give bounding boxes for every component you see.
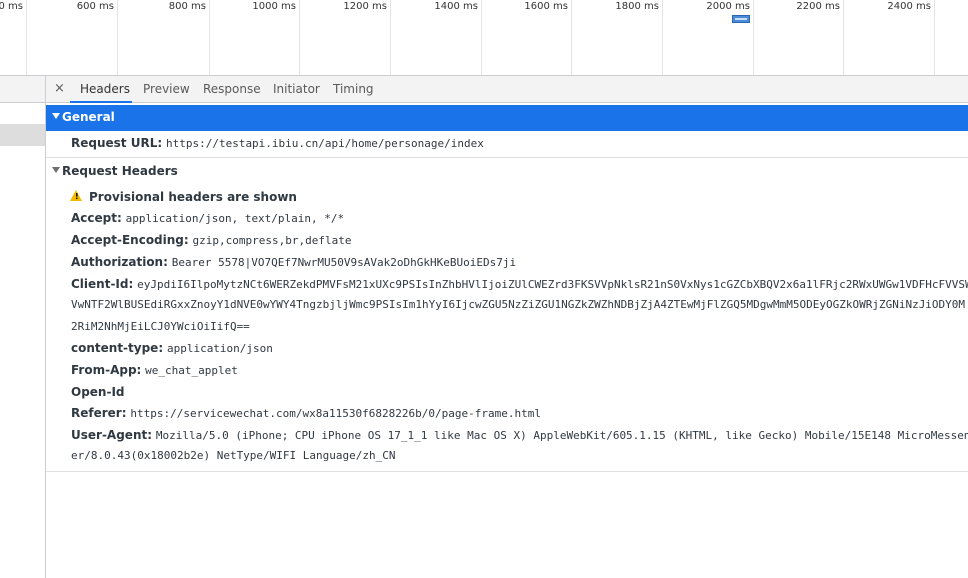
header-value: eyJpdiI6IlpoMytzNCt6WERZekdPMVFsM21xUXc9… bbox=[137, 278, 968, 291]
tick-label: 2000 ms bbox=[706, 1, 750, 12]
header-row-content-type: content-type: application/json bbox=[71, 340, 273, 357]
general-section-header[interactable]: General bbox=[46, 105, 968, 131]
header-value: we_chat_applet bbox=[145, 364, 238, 377]
tab-preview[interactable]: Preview bbox=[143, 82, 190, 96]
header-name: From-App: bbox=[71, 363, 142, 377]
timeline-tick: 2000 ms bbox=[706, 0, 754, 75]
header-value-continued: VwNTF2WlBUSEdiRGxxZnoyY1dNVE0wYWY4Tngzbj… bbox=[71, 298, 966, 311]
tick-label: 1800 ms bbox=[615, 1, 659, 12]
timeline-tick: 2200 ms bbox=[796, 0, 844, 75]
header-value: https://servicewechat.com/wx8a11530f6828… bbox=[130, 407, 541, 420]
header-name: content-type: bbox=[71, 341, 164, 355]
timeline-tick: 00 ms bbox=[0, 0, 27, 75]
section-divider bbox=[46, 157, 968, 158]
warning-text: Provisional headers are shown bbox=[89, 190, 297, 204]
tick-label: 2400 ms bbox=[887, 1, 931, 12]
header-row-from-app: From-App: we_chat_applet bbox=[71, 362, 238, 379]
timeline-tick: 600 ms bbox=[77, 0, 118, 75]
timeline-tick: 2400 ms bbox=[887, 0, 935, 75]
header-value: Bearer 5578|VO7QEf7NwrMU50V9sAVak2oDhGkH… bbox=[171, 256, 517, 269]
request-list-header bbox=[0, 76, 45, 103]
timeline-tick: 1000 ms bbox=[252, 0, 300, 75]
header-row-referer: Referer: https://servicewechat.com/wx8a1… bbox=[71, 405, 541, 422]
header-row-accept-encoding: Accept-Encoding: gzip,compress,br,deflat… bbox=[71, 232, 351, 249]
header-name: Authorization: bbox=[71, 255, 168, 269]
tick-label: 1200 ms bbox=[343, 1, 387, 12]
tab-response[interactable]: Response bbox=[203, 82, 261, 96]
header-value: application/json, text/plain, */* bbox=[125, 212, 345, 225]
header-name: Open-Id bbox=[71, 385, 125, 399]
timeline-tick: 1600 ms bbox=[524, 0, 572, 75]
section-title: General bbox=[62, 110, 115, 124]
header-row-open-id: Open-Id bbox=[71, 384, 125, 400]
tick-label: 1000 ms bbox=[252, 1, 296, 12]
header-name: User-Agent: bbox=[71, 428, 153, 442]
header-row-client-id: Client-Id: eyJpdiI6IlpoMytzNCt6WERZekdPM… bbox=[71, 276, 968, 293]
header-name: Client-Id: bbox=[71, 277, 134, 291]
header-name: Accept: bbox=[71, 211, 122, 225]
request-timing-bar[interactable] bbox=[732, 15, 750, 23]
request-list-pane[interactable] bbox=[0, 76, 46, 578]
header-name: Request URL: bbox=[71, 136, 163, 150]
tab-headers[interactable]: Headers bbox=[80, 82, 130, 96]
tick-label: 600 ms bbox=[76, 1, 114, 12]
timeline-tick: 1200 ms bbox=[343, 0, 391, 75]
selected-request-row[interactable] bbox=[0, 124, 45, 146]
tick-label: 2200 ms bbox=[796, 1, 840, 12]
header-value: Mozilla/5.0 (iPhone; CPU iPhone OS 17_1_… bbox=[155, 429, 968, 442]
header-value: https://testapi.ibiu.cn/api/home/persona… bbox=[165, 137, 484, 150]
section-title: Request Headers bbox=[62, 164, 178, 178]
tick-label: 00 ms bbox=[0, 1, 23, 12]
tick-label: 800 ms bbox=[168, 1, 206, 12]
tick-label: 1600 ms bbox=[524, 1, 568, 12]
tab-timing[interactable]: Timing bbox=[333, 82, 374, 96]
tick-label: 1400 ms bbox=[434, 1, 478, 12]
header-value: application/json bbox=[166, 342, 273, 355]
details-tabbar: × Headers Preview Response Initiator Tim… bbox=[46, 76, 968, 103]
header-value: gzip,compress,br,deflate bbox=[192, 234, 352, 247]
provisional-warning: Provisional headers are shown bbox=[89, 189, 297, 205]
timeline-tick: 1400 ms bbox=[434, 0, 482, 75]
triangle-down-icon bbox=[52, 113, 60, 119]
network-timeline[interactable]: 00 ms 600 ms 800 ms 1000 ms 1200 ms 1400… bbox=[0, 0, 968, 76]
section-divider bbox=[46, 471, 968, 472]
header-row-accept: Accept: application/json, text/plain, */… bbox=[71, 210, 344, 227]
header-row-authorization: Authorization: Bearer 5578|VO7QEf7NwrMU5… bbox=[71, 254, 516, 271]
request-url-row: Request URL: https://testapi.ibiu.cn/api… bbox=[71, 135, 484, 152]
timeline-tick: 800 ms bbox=[169, 0, 210, 75]
header-value-continued: 2RiM2NhMjEiLCJ0YWciOiIifQ== bbox=[71, 320, 250, 333]
tab-initiator[interactable]: Initiator bbox=[273, 82, 320, 96]
header-name: Referer: bbox=[71, 406, 127, 420]
header-value-continued: er/8.0.43(0x18002b2e) NetType/WIFI Langu… bbox=[71, 449, 396, 462]
header-name: Accept-Encoding: bbox=[71, 233, 189, 247]
request-headers-section-header[interactable]: Request Headers bbox=[46, 159, 968, 185]
headers-panel: General Request URL: https://testapi.ibi… bbox=[46, 103, 968, 578]
header-row-user-agent: User-Agent: Mozilla/5.0 (iPhone; CPU iPh… bbox=[71, 427, 968, 444]
close-icon[interactable]: × bbox=[54, 81, 65, 96]
timeline-tick: 1800 ms bbox=[615, 0, 663, 75]
triangle-down-icon bbox=[52, 167, 60, 173]
